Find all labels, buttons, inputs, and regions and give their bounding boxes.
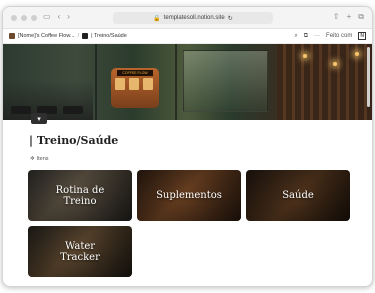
notion-topbar: [Nome]'s Coffee Flow... / | Treino/Saúde… [3,29,372,44]
topbar-actions: ⌕ ⧉ ··· Feito com N [294,32,366,40]
minimize-window-button[interactable] [21,15,27,21]
search-icon[interactable]: ⌕ [294,33,297,40]
card-title: Suplementos [156,190,222,201]
url-text: templatesoll.notion.site [163,15,225,21]
close-window-button[interactable] [11,15,17,21]
glass-building [183,50,268,112]
browser-actions: ⇧ + ⧉ [333,12,364,22]
browser-toolbar: ▭ ‹ › 🔒 templatesoll.notion.site ↻ ⇧ + ⧉ [3,7,372,29]
cover-divider [175,44,177,120]
bus-sign: COFFEE FLOW [117,70,153,76]
new-tab-icon[interactable]: + [347,12,352,22]
breadcrumb-current[interactable]: | Treino/Saúde [91,33,127,39]
gallery-card[interactable]: Water Tracker [28,226,132,277]
cover-divider [95,44,97,120]
bus-window [143,78,153,90]
treadmill [11,106,31,114]
lock-icon: 🔒 [153,15,161,22]
scrollbar[interactable] [367,47,370,107]
browser-window: ▭ ‹ › 🔒 templatesoll.notion.site ↻ ⇧ + ⧉… [2,6,373,287]
bus-illustration: COFFEE FLOW [111,68,159,108]
treadmill [63,106,83,114]
chevron-right-icon[interactable]: › [67,12,70,21]
sidebar-toggle-icon[interactable]: ▭ [43,12,51,21]
page-title: | Treino/Saúde [29,134,119,147]
zoom-window-button[interactable] [31,15,37,21]
coffee-page-icon [9,33,15,39]
window-controls [11,15,37,21]
breadcrumb-parent[interactable]: [Nome]'s Coffee Flow... [18,33,75,39]
card-title: Rotina de Treino [55,184,105,207]
page-cover-image: COFFEE FLOW [3,44,372,120]
lamp-light [303,54,307,58]
reload-icon[interactable]: ↻ [228,15,233,22]
bus-window [115,78,125,90]
tabs-overview-icon[interactable]: ⧉ [358,12,364,22]
view-tab[interactable]: ✲ Itens [30,156,49,162]
made-with-label[interactable]: Feito com [326,33,352,39]
lamp-light [333,62,337,66]
gallery-card[interactable]: Saúde [246,170,350,221]
treino-page-icon [82,33,89,39]
grid-icon: ✲ [30,156,35,162]
gallery-card[interactable]: Suplementos [137,170,241,221]
browser-nav: ▭ ‹ › [43,12,70,21]
card-title: Saúde [282,190,314,201]
chevron-left-icon[interactable]: ‹ [58,12,61,21]
more-icon[interactable]: ··· [314,33,320,39]
view-tab-label: Itens [36,156,49,162]
page-icon[interactable]: ▾ [31,113,47,124]
address-bar[interactable]: 🔒 templatesoll.notion.site ↻ [113,12,273,24]
bus-window [129,78,139,90]
notion-logo-icon[interactable]: N [358,32,366,40]
lamp-light [355,52,359,56]
breadcrumb-separator: / [77,33,80,39]
share-icon[interactable]: ⇧ [333,12,340,22]
gallery-card[interactable]: Rotina de Treino [28,170,132,221]
gym-scene [3,80,93,120]
card-title: Water Tracker [60,240,100,263]
duplicate-icon[interactable]: ⧉ [304,33,308,40]
